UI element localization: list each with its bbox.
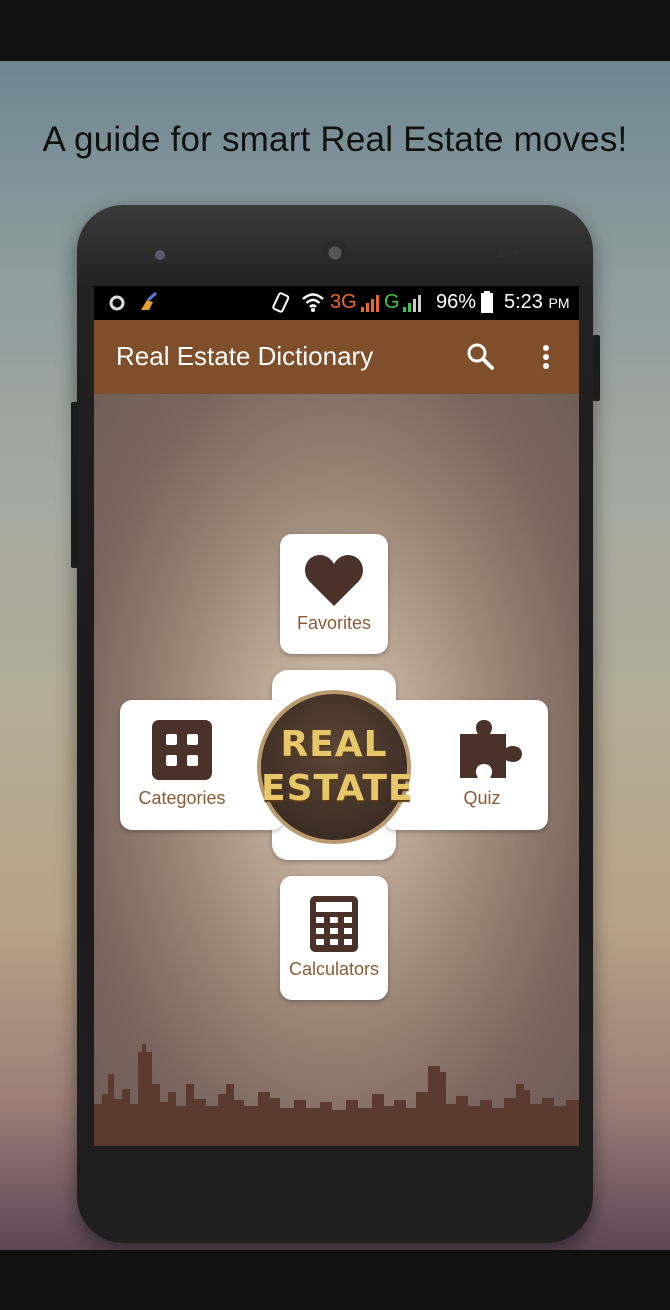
rotate-icon: [272, 292, 290, 313]
puzzle-piece-icon: [460, 720, 522, 778]
more-vert-icon[interactable]: [539, 344, 553, 372]
real-estate-logo[interactable]: REAL ESTATE: [257, 690, 414, 844]
clock-time: 5:23: [504, 291, 543, 313]
calculators-button[interactable]: Calculators: [280, 876, 388, 1000]
favorites-label: Favorites: [296, 613, 372, 633]
favorites-button[interactable]: Favorites: [280, 534, 388, 654]
logo-line-2: ESTATE: [261, 768, 414, 809]
grid-icon: [152, 720, 212, 780]
clock: 5:23 PM: [504, 291, 570, 314]
wifi-icon: [302, 293, 324, 312]
battery-icon: [481, 291, 493, 313]
home-content: Favorites Categories Quiz Calculators RE…: [94, 394, 579, 1146]
calculator-icon: [310, 896, 358, 952]
proximity-sensor: [497, 250, 505, 258]
phone-screen: 3G G 96% 5:23 PM Real Estate Dictionary: [94, 286, 579, 1146]
front-camera: [155, 250, 165, 260]
network-g-label: G: [384, 291, 400, 313]
promo-headline: A guide for smart Real Estate moves!: [42, 120, 628, 159]
categories-label: Categories: [138, 788, 226, 808]
cleaner-icon: [141, 292, 157, 310]
heart-icon: [305, 555, 363, 606]
power-button: [593, 335, 600, 401]
logo-line-1: REAL: [280, 724, 388, 765]
sync-icon: [109, 295, 125, 311]
battery-percent: 96%: [436, 291, 477, 313]
app-bar: Real Estate Dictionary: [94, 320, 579, 394]
bottom-black-bar: [0, 1250, 670, 1310]
clock-ampm: PM: [548, 295, 570, 311]
top-black-bar: [0, 0, 670, 61]
status-bar: 3G G 96% 5:23 PM: [94, 286, 579, 320]
search-icon[interactable]: [466, 342, 496, 372]
calculators-label: Calculators: [288, 959, 380, 979]
light-sensor: [514, 250, 520, 256]
app-title: Real Estate Dictionary: [116, 341, 374, 371]
signal-icon: [361, 295, 379, 312]
network-3g-label: 3G: [330, 291, 357, 313]
earpiece-speaker: [322, 240, 348, 266]
city-skyline-illustration: [94, 1044, 579, 1146]
signal-icon-2: [403, 295, 421, 312]
volume-button: [71, 402, 78, 568]
quiz-label: Quiz: [463, 788, 501, 808]
